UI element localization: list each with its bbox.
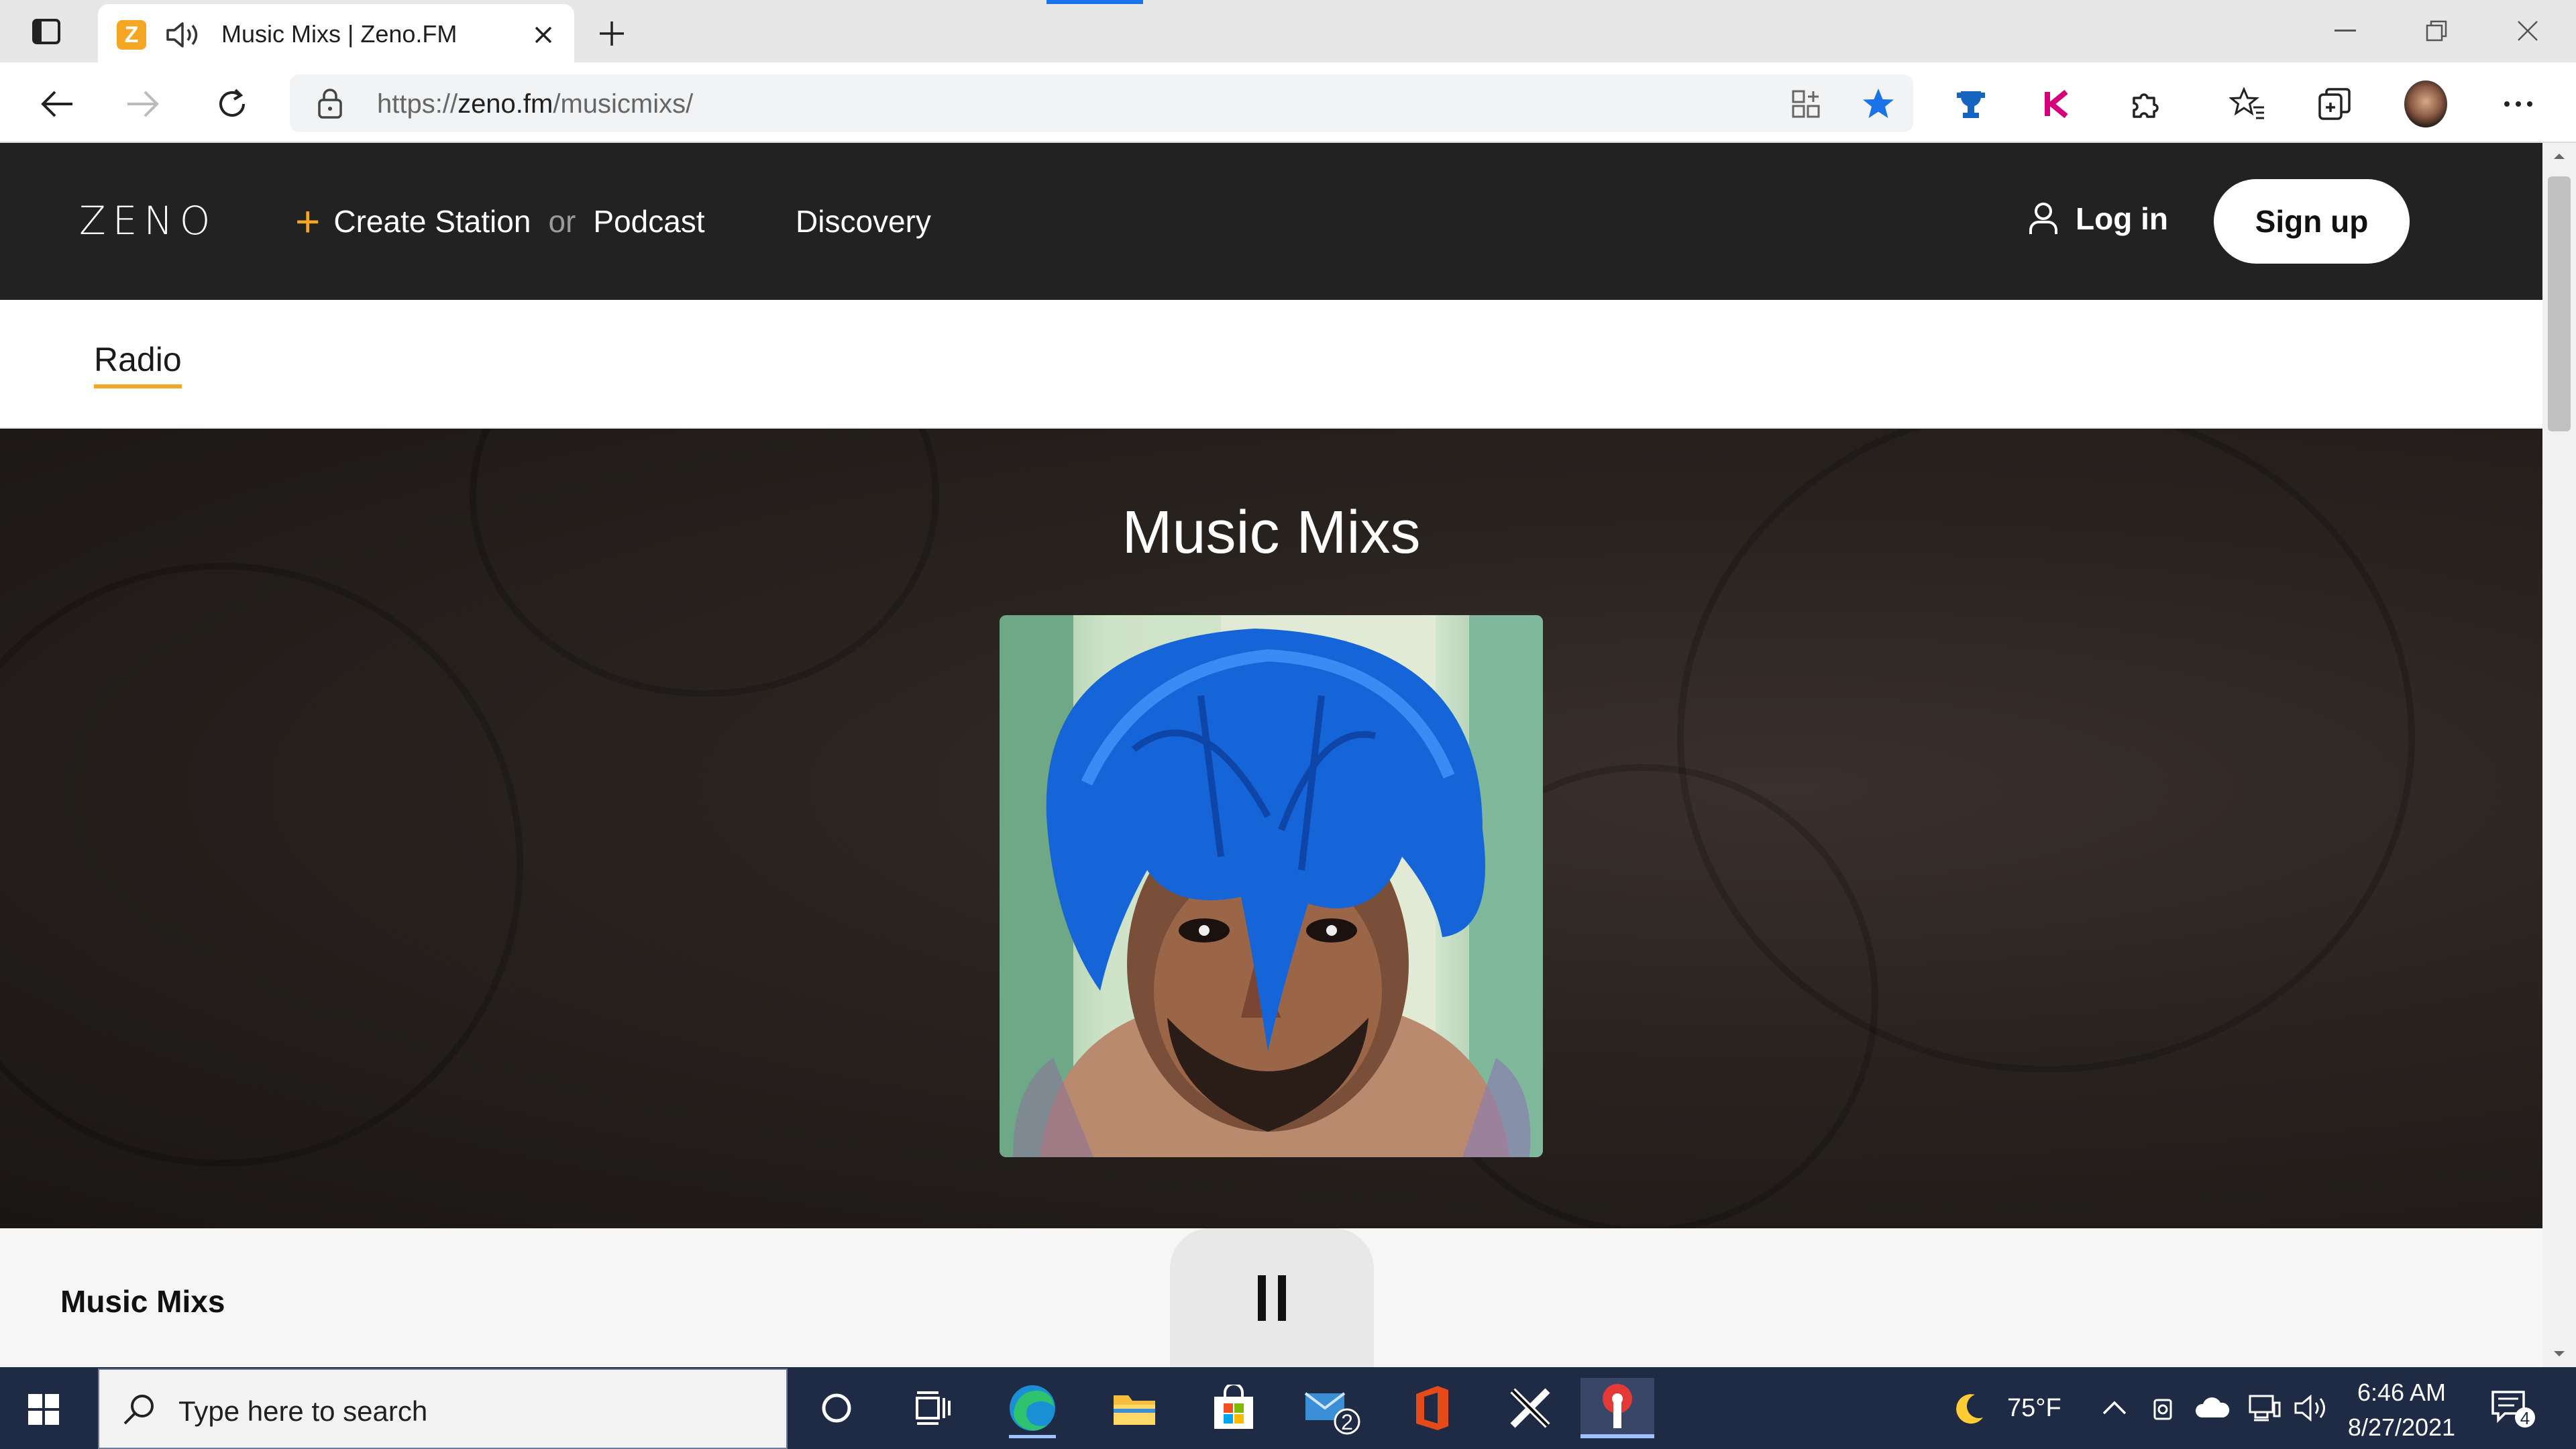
weather-widget[interactable]: 75°F	[1952, 1385, 2061, 1432]
search-placeholder[interactable]: Type here to search	[178, 1395, 427, 1428]
app-running-indicator	[1009, 1435, 1056, 1438]
or-label: or	[548, 204, 576, 239]
office-icon[interactable]	[1395, 1378, 1469, 1438]
tab-radio[interactable]: Radio	[94, 340, 182, 388]
microsoft-store-icon[interactable]	[1197, 1378, 1271, 1438]
mail-icon[interactable]: 2	[1295, 1378, 1368, 1438]
meet-now-icon[interactable]	[2149, 1385, 2176, 1432]
plus-icon: +	[295, 197, 321, 246]
notifications-icon[interactable]: 4	[2490, 1385, 2537, 1432]
login-link[interactable]: Log in	[2029, 201, 2168, 237]
page-scrollbar[interactable]	[2542, 143, 2576, 1367]
restore-icon[interactable]	[2404, 9, 2469, 52]
zeno-favicon-icon: Z	[117, 20, 146, 50]
show-hidden-icons-icon[interactable]	[2101, 1385, 2128, 1432]
cortana-icon[interactable]	[800, 1378, 873, 1438]
windows-taskbar: Type here to search 2 75°F 6:46 AM 8/27/…	[0, 1367, 2576, 1449]
user-icon	[2029, 203, 2057, 234]
more-icon[interactable]	[2497, 83, 2540, 125]
network-icon[interactable]	[2247, 1385, 2282, 1432]
star-icon[interactable]	[1861, 87, 1896, 121]
site-header: ZENO + Create Station or Podcast Discove…	[0, 143, 2542, 300]
station-hero: Music Mixs	[0, 429, 2542, 1228]
scroll-thumb[interactable]	[2548, 176, 2571, 431]
login-label[interactable]: Log in	[2076, 201, 2168, 237]
mail-badge-count: 2	[1341, 1410, 1353, 1434]
scroll-down-icon[interactable]	[2542, 1340, 2576, 1367]
favorites-icon[interactable]	[2226, 83, 2269, 125]
station-title: Music Mixs	[1122, 499, 1421, 566]
profile-avatar[interactable]	[2404, 80, 2447, 127]
collections-icon[interactable]	[2313, 83, 2356, 125]
sub-navigation: Radio	[0, 300, 2542, 429]
hero-background-shape	[0, 563, 523, 1167]
web-page: ZENO + Create Station or Podcast Discove…	[0, 143, 2542, 1367]
scroll-up-icon[interactable]	[2542, 143, 2576, 170]
active-app-icon[interactable]	[1580, 1378, 1654, 1438]
new-tab-icon[interactable]	[590, 12, 633, 55]
weather-temperature: 75°F	[2007, 1393, 2061, 1422]
x-app-icon[interactable]	[1493, 1378, 1567, 1438]
file-explorer-icon[interactable]	[1097, 1378, 1171, 1438]
url-text[interactable]: https://zeno.fm/musicmixs/	[377, 89, 693, 119]
minimize-icon[interactable]	[2313, 9, 2377, 52]
discovery-link[interactable]: Discovery	[796, 203, 931, 239]
windows-start-icon[interactable]	[20, 1386, 67, 1433]
extension-trophy-icon[interactable]	[1949, 83, 1992, 125]
signup-button[interactable]: Sign up	[2214, 179, 2410, 264]
speaker-icon[interactable]	[165, 20, 203, 50]
now-playing-title: Music Mixs	[60, 1284, 225, 1319]
create-station-label[interactable]: Create Station	[333, 203, 531, 239]
pause-button[interactable]	[1170, 1228, 1374, 1367]
lock-icon[interactable]	[317, 88, 347, 119]
tab-title: Music Mixs | Zeno.FM	[221, 20, 458, 48]
notification-count: 4	[2520, 1408, 2530, 1428]
close-window-icon[interactable]	[2496, 9, 2560, 52]
zeno-logo[interactable]: ZENO	[79, 198, 217, 244]
task-view-icon[interactable]	[896, 1378, 970, 1438]
volume-icon[interactable]	[2293, 1385, 2330, 1432]
forward-arrow-icon[interactable]	[122, 83, 165, 125]
extensions-puzzle-icon[interactable]	[2124, 83, 2167, 125]
address-bar[interactable]: https://zeno.fm/musicmixs/	[290, 74, 1913, 132]
tab-strip-accent	[1046, 0, 1143, 4]
app-available-icon[interactable]	[1788, 87, 1823, 121]
close-tab-icon[interactable]	[527, 19, 559, 51]
clock-time: 6:46 AM	[2357, 1379, 2447, 1406]
pause-icon	[1258, 1275, 1266, 1321]
station-artwork	[1000, 615, 1543, 1157]
clock-date: 8/27/2021	[2347, 1413, 2456, 1441]
refresh-icon[interactable]	[211, 83, 254, 125]
browser-tab-strip: Z Music Mixs | Zeno.FM	[0, 0, 2576, 63]
onedrive-cloud-icon[interactable]	[2194, 1385, 2231, 1432]
taskbar-clock[interactable]: 6:46 AM 8/27/2021	[2334, 1375, 2469, 1445]
search-icon	[122, 1393, 157, 1431]
pause-icon	[1278, 1275, 1286, 1321]
tab-actions-icon[interactable]	[25, 13, 67, 50]
audio-player-bar: Music Mixs	[0, 1228, 2542, 1367]
edge-browser-icon[interactable]	[996, 1378, 1069, 1438]
create-station-link[interactable]: + Create Station or Podcast	[295, 197, 705, 246]
browser-toolbar: https://zeno.fm/musicmixs/	[0, 62, 2576, 143]
taskbar-search-box[interactable]: Type here to search	[98, 1368, 788, 1449]
podcast-link[interactable]: Podcast	[593, 203, 704, 239]
extension-k-icon[interactable]	[2035, 83, 2078, 125]
back-arrow-icon[interactable]	[35, 83, 78, 125]
moon-icon	[1956, 1394, 1983, 1424]
browser-tab-active[interactable]: Z Music Mixs | Zeno.FM	[98, 4, 574, 63]
